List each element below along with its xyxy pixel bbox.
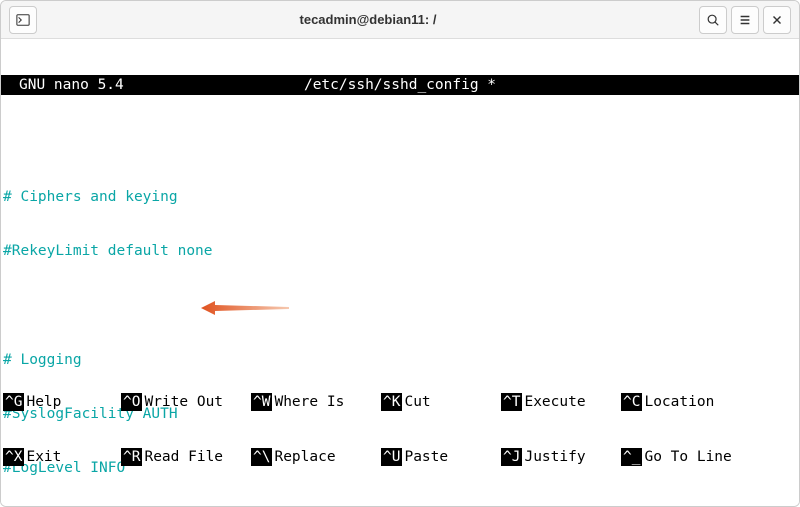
shortcut-label: Cut	[404, 393, 430, 411]
new-tab-button[interactable]	[9, 6, 37, 34]
shortcut-label: Help	[26, 393, 61, 411]
shortcut-justify: ^JJustify	[501, 448, 621, 466]
shortcut-row: ^XExit ^RRead File ^\Replace ^UPaste ^JJ…	[1, 448, 799, 466]
shortcut-key: ^U	[381, 448, 402, 466]
shortcut-label: Paste	[404, 448, 448, 466]
shortcut-label: Execute	[524, 393, 585, 411]
shortcut-label: Exit	[26, 448, 61, 466]
shortcut-label: Location	[644, 393, 714, 411]
nano-shortcut-bar: ^GHelp ^OWrite Out ^WWhere Is ^KCut ^TEx…	[1, 357, 799, 502]
shortcut-key: ^G	[3, 393, 24, 411]
terminal-icon	[16, 13, 30, 27]
shortcut-label: Go To Line	[644, 448, 731, 466]
shortcut-label: Replace	[274, 448, 335, 466]
shortcut-paste: ^UPaste	[381, 448, 501, 466]
shortcut-key: ^C	[621, 393, 642, 411]
shortcut-readfile: ^RRead File	[121, 448, 251, 466]
terminal-window: tecadmin@debian11: / /etc/ssh/sshd_confi…	[0, 0, 800, 507]
shortcut-execute: ^TExecute	[501, 393, 621, 411]
nano-header: /etc/ssh/sshd_config * GNU nano 5.4	[1, 75, 799, 95]
hamburger-icon	[738, 13, 752, 27]
close-button[interactable]	[763, 6, 791, 34]
shortcut-gotoline: ^_Go To Line	[621, 448, 761, 466]
nano-filename: /etc/ssh/sshd_config *	[1, 76, 799, 94]
shortcut-label: Write Out	[144, 393, 223, 411]
shortcut-key: ^O	[121, 393, 142, 411]
shortcut-label: Justify	[524, 448, 585, 466]
search-button[interactable]	[699, 6, 727, 34]
editor-line: #RekeyLimit default none	[1, 242, 799, 260]
shortcut-label: Read File	[144, 448, 223, 466]
shortcut-key: ^R	[121, 448, 142, 466]
shortcut-key: ^X	[3, 448, 24, 466]
shortcut-key: ^_	[621, 448, 642, 466]
shortcut-key: ^J	[501, 448, 522, 466]
shortcut-location: ^CLocation	[621, 393, 761, 411]
shortcut-key: ^T	[501, 393, 522, 411]
shortcut-label: Where Is	[274, 393, 344, 411]
terminal-body[interactable]: /etc/ssh/sshd_config * GNU nano 5.4 # Ci…	[1, 39, 799, 506]
shortcut-row: ^GHelp ^OWrite Out ^WWhere Is ^KCut ^TEx…	[1, 393, 799, 411]
menu-button[interactable]	[731, 6, 759, 34]
shortcut-cut: ^KCut	[381, 393, 501, 411]
shortcut-writeout: ^OWrite Out	[121, 393, 251, 411]
shortcut-key: ^\	[251, 448, 272, 466]
shortcut-whereis: ^WWhere Is	[251, 393, 381, 411]
window-title: tecadmin@debian11: /	[37, 12, 699, 27]
shortcut-exit: ^XExit	[1, 448, 121, 466]
shortcut-key: ^W	[251, 393, 272, 411]
shortcut-key: ^K	[381, 393, 402, 411]
titlebar: tecadmin@debian11: /	[1, 1, 799, 39]
editor-line: # Ciphers and keying	[1, 188, 799, 206]
close-icon	[770, 13, 784, 27]
search-icon	[706, 13, 720, 27]
editor-line	[1, 296, 799, 314]
shortcut-help: ^GHelp	[1, 393, 121, 411]
shortcut-replace: ^\Replace	[251, 448, 381, 466]
